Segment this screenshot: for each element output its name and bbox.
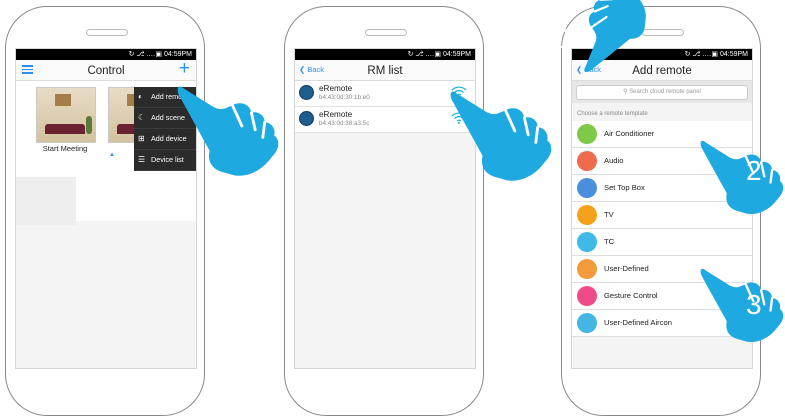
page-title: Control xyxy=(87,65,125,77)
device-name: eRemote xyxy=(319,110,353,119)
template-list: Air Conditioner Audio Set Top Box TV TC User-… xyxy=(572,121,752,337)
control-title-bar: Control + xyxy=(16,59,196,81)
device-row[interactable]: eRemote b4:43:0d:30:1b:e0 xyxy=(295,81,475,107)
menu-item-device-list[interactable]: ☰ Device list xyxy=(134,150,196,171)
template-row[interactable]: Gesture Control xyxy=(572,283,752,310)
add-plus-button[interactable]: + xyxy=(179,59,190,79)
plant-image xyxy=(86,116,92,134)
device-mac: b4:43:0d:38:a3:5c xyxy=(319,120,370,127)
eremote-logo-icon xyxy=(299,111,314,126)
template-row[interactable]: Air Conditioner xyxy=(572,121,752,148)
add-remote-title-bar: ❮ Back Add remote xyxy=(572,60,752,81)
phone-frame-add-remote: ↻ ⎇ .…▣ 04:59PM ❮ Back Add remote ⚲ Sear… xyxy=(561,6,761,416)
template-icon xyxy=(577,205,597,225)
template-label: Gesture Control xyxy=(604,291,658,300)
menu-item-add-scene[interactable]: ☾ Add scene xyxy=(134,108,196,129)
template-row[interactable]: Set Top Box xyxy=(572,175,752,202)
back-button[interactable]: ❮ Back xyxy=(576,60,601,80)
status-bar: ↻ ⎇ .…▣ 04:59PM xyxy=(295,49,475,60)
template-label: Air Conditioner xyxy=(604,129,655,138)
scene-card-start-meeting[interactable] xyxy=(36,87,96,143)
template-icon xyxy=(577,232,597,252)
template-icon xyxy=(577,313,597,333)
device-icon: ⊞ xyxy=(138,134,145,143)
add-remote-screen: ↻ ⎇ .…▣ 04:59PM ❮ Back Add remote ⚲ Sear… xyxy=(571,48,753,369)
search-area: ⚲ Search cloud remote panel xyxy=(572,81,752,103)
status-bar: ↻ ⎇ .…▣ 04:59PM xyxy=(16,49,196,60)
phone-speaker xyxy=(86,29,128,36)
template-label: User-Defined Aircon xyxy=(604,318,672,327)
template-label: Audio xyxy=(604,156,624,165)
scene-icon: ☾ xyxy=(138,113,146,122)
add-dropdown-menu: ◐ Add remote ☾ Add scene ⊞ Add device ☰ Devi… xyxy=(134,87,196,171)
template-label: User-Defined xyxy=(604,264,649,273)
phone-frame-control: ↻ ⎇ .…▣ 04:59PM Control + Start Meeting … xyxy=(5,6,205,416)
template-icon xyxy=(577,151,597,171)
empty-scene-area xyxy=(16,177,76,225)
scene-label: Start Meeting xyxy=(42,144,88,153)
template-label: Set Top Box xyxy=(604,183,645,192)
device-row[interactable]: eRemote b4:43:0d:38:a3:5c xyxy=(295,107,475,133)
page-title: RM list xyxy=(367,65,403,77)
rm-list-screen: ↻ ⎇ .…▣ 04:59PM ❮ Back RM list eRemote b… xyxy=(294,48,476,369)
phone-speaker xyxy=(365,29,407,36)
hamburger-menu-icon[interactable] xyxy=(22,65,33,74)
template-label: TV xyxy=(604,210,614,219)
menu-item-add-remote[interactable]: ◐ Add remote xyxy=(134,87,196,108)
device-name: eRemote xyxy=(319,84,353,93)
phone-speaker xyxy=(642,29,684,36)
search-input[interactable]: ⚲ Search cloud remote panel xyxy=(576,85,748,100)
template-icon xyxy=(577,124,597,144)
template-row[interactable]: Audio xyxy=(572,148,752,175)
template-row[interactable]: TC xyxy=(572,229,752,256)
template-icon xyxy=(577,178,597,198)
template-label: TC xyxy=(604,237,615,246)
back-button[interactable]: ❮ Back xyxy=(299,60,324,80)
template-icon xyxy=(577,286,597,306)
sofa-image xyxy=(45,124,85,134)
template-row[interactable]: User-Defined xyxy=(572,256,752,283)
eremote-logo-icon xyxy=(299,85,314,100)
device-mac: b4:43:0d:30:1b:e0 xyxy=(319,94,370,101)
control-screen: ↻ ⎇ .…▣ 04:59PM Control + Start Meeting … xyxy=(15,48,197,369)
page-title: Add remote xyxy=(632,65,692,77)
template-row[interactable]: TV xyxy=(572,202,752,229)
template-row[interactable]: User-Defined Aircon xyxy=(572,310,752,337)
scroll-indicator: ▲ xyxy=(109,152,115,158)
painting-image xyxy=(55,94,71,106)
phone-frame-rm-list: ↻ ⎇ .…▣ 04:59PM ❮ Back RM list eRemote b… xyxy=(284,6,484,416)
menu-item-add-device[interactable]: ⊞ Add device xyxy=(134,129,196,150)
status-bar: ↻ ⎇ .…▣ 04:59PM xyxy=(572,49,752,60)
list-icon: ☰ xyxy=(138,155,146,164)
wifi-icon xyxy=(451,111,467,127)
rm-list-title-bar: ❮ Back RM list xyxy=(295,60,475,81)
wifi-icon xyxy=(451,85,467,101)
template-icon xyxy=(577,259,597,279)
section-label: Choose a remote template xyxy=(577,111,648,117)
remote-icon: ◐ xyxy=(138,92,143,101)
